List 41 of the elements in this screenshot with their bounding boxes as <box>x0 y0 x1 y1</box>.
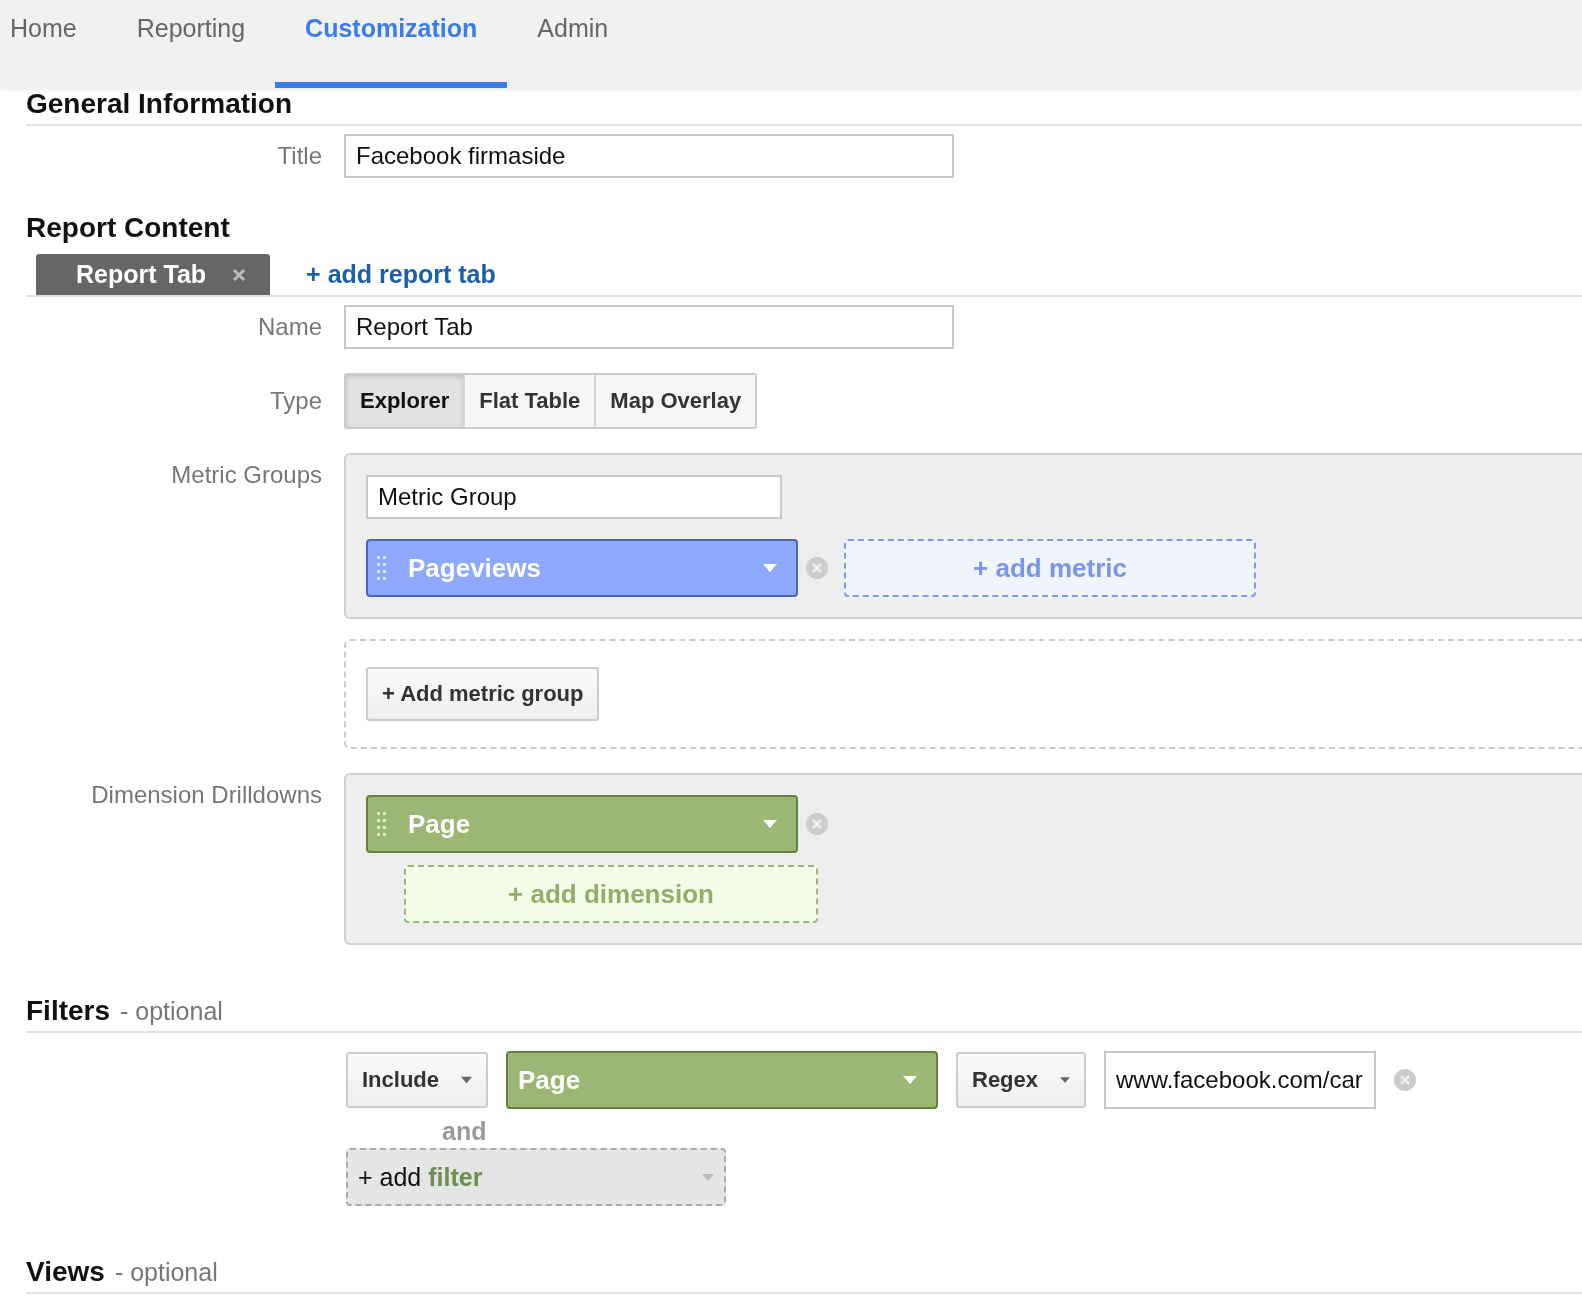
field-label: Title <box>276 142 323 170</box>
remove-icon[interactable] <box>806 813 828 835</box>
caret-icon <box>461 1076 472 1084</box>
include-dropdown[interactable]: Include <box>346 1052 488 1108</box>
nav-tab[interactable]: Reporting <box>106 0 276 88</box>
report-tab[interactable]: Report Tab <box>36 254 271 295</box>
add-report-tab-link[interactable]: + add report tab <box>306 260 496 289</box>
field-label: Metric Groups <box>170 460 323 489</box>
caret-icon <box>902 1075 918 1085</box>
caret-icon <box>762 563 778 573</box>
name-field[interactable]: Report Tab <box>344 305 954 349</box>
close-icon[interactable] <box>232 267 247 282</box>
remove-icon[interactable] <box>806 557 828 579</box>
caret-icon <box>1060 1076 1070 1084</box>
caret-icon <box>762 819 778 829</box>
drag-handle-icon[interactable] <box>376 555 388 581</box>
type-option[interactable]: Explorer <box>346 375 466 427</box>
add-metric-group-button[interactable]: + Add metric group <box>366 667 600 721</box>
type-option[interactable]: Map Overlay <box>596 375 756 427</box>
filter-value-field[interactable]: www.facebook.com/car <box>1104 1051 1376 1109</box>
field-label: Dimension Drilldowns <box>90 780 323 809</box>
match-type-dropdown[interactable]: Regex <box>956 1052 1086 1108</box>
optional-note: - optional <box>114 1258 218 1287</box>
caret-icon <box>702 1173 714 1181</box>
nav-tab[interactable]: Customization <box>275 0 508 88</box>
metric-group-field[interactable]: Metric Group <box>366 475 782 519</box>
section-heading: Filters <box>26 995 111 1027</box>
field-label: Name <box>256 313 323 341</box>
remove-icon[interactable] <box>1394 1069 1416 1091</box>
optional-note: - optional <box>120 997 223 1026</box>
nav-tab[interactable]: Home <box>0 0 107 88</box>
title-field[interactable]: Facebook firmaside <box>344 134 954 178</box>
section-heading: General Information <box>26 88 293 120</box>
and-label: and <box>442 1117 487 1146</box>
type-option[interactable]: Flat Table <box>465 375 597 427</box>
drag-handle-icon[interactable] <box>376 811 388 837</box>
nav-tab[interactable]: Admin <box>507 0 639 88</box>
field-label: Type <box>268 387 323 415</box>
add-filter-dropdown[interactable]: + add filter <box>346 1148 726 1206</box>
section-heading: Views <box>26 1256 105 1288</box>
section-heading: Report Content <box>26 212 231 244</box>
